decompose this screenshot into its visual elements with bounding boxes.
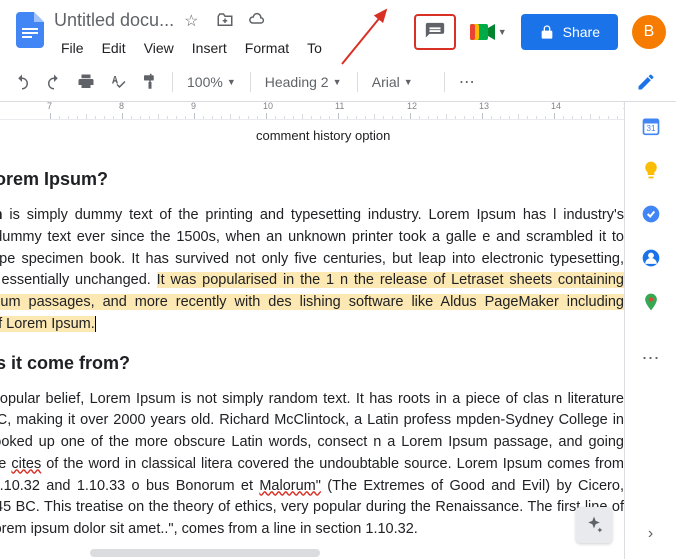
document-body[interactable]: hat is Lorem Ipsum? em Ipsum is simply d…: [0, 120, 624, 559]
addons-icon[interactable]: ⋯: [641, 348, 661, 368]
keep-icon[interactable]: [641, 160, 661, 180]
move-icon[interactable]: [216, 11, 234, 29]
redo-button[interactable]: [40, 68, 68, 96]
paragraph-2: ntrary to popular belief, Lorem Ipsum is…: [0, 389, 624, 541]
calendar-icon[interactable]: 31: [641, 116, 661, 136]
mode-button[interactable]: [632, 68, 660, 96]
explore-button[interactable]: [576, 507, 612, 543]
more-tools-button[interactable]: ⋯: [453, 68, 481, 96]
contacts-icon[interactable]: [641, 248, 661, 268]
menu-view[interactable]: View: [137, 36, 181, 60]
horizontal-scrollbar[interactable]: [90, 549, 320, 557]
share-button[interactable]: Share: [521, 14, 618, 50]
paint-format-button[interactable]: [136, 68, 164, 96]
paragraph-1: em Ipsum is simply dummy text of the pri…: [0, 205, 624, 336]
share-label: Share: [563, 24, 600, 40]
menu-format[interactable]: Format: [238, 36, 296, 60]
style-select[interactable]: Heading 2▼: [259, 74, 349, 90]
maps-icon[interactable]: [641, 292, 661, 312]
toolbar: 100%▼ Heading 2▼ Arial▼ ⋯: [0, 62, 676, 102]
menu-file[interactable]: File: [54, 36, 91, 60]
star-icon[interactable]: ☆: [184, 11, 202, 29]
menu-edit[interactable]: Edit: [95, 36, 133, 60]
svg-text:31: 31: [646, 123, 656, 133]
undo-button[interactable]: [8, 68, 36, 96]
comment-history-button[interactable]: [414, 14, 456, 50]
font-select[interactable]: Arial▼: [366, 74, 436, 90]
avatar[interactable]: B: [632, 15, 666, 49]
menu-tools[interactable]: To: [300, 36, 329, 60]
cloud-status-icon[interactable]: [248, 11, 266, 29]
chevron-down-icon: ▼: [498, 27, 507, 37]
zoom-select[interactable]: 100%▼: [181, 74, 242, 90]
heading-2: ere does it come from?: [0, 350, 624, 377]
docs-logo[interactable]: [10, 10, 50, 50]
heading-1: hat is Lorem Ipsum?: [0, 166, 624, 193]
annotation-label: comment history option: [256, 128, 390, 143]
menu-insert[interactable]: Insert: [185, 36, 234, 60]
side-panel: 31 ⋯ ›: [624, 102, 676, 559]
menu-bar: File Edit View Insert Format To: [54, 36, 414, 60]
spellcheck-button[interactable]: [104, 68, 132, 96]
ruler[interactable]: 789101112131415: [0, 102, 624, 120]
print-button[interactable]: [72, 68, 100, 96]
tasks-icon[interactable]: [641, 204, 661, 224]
meet-button[interactable]: ▼: [470, 21, 507, 43]
collapse-panel-button[interactable]: ›: [648, 525, 653, 543]
doc-title[interactable]: Untitled docu...: [54, 10, 174, 31]
